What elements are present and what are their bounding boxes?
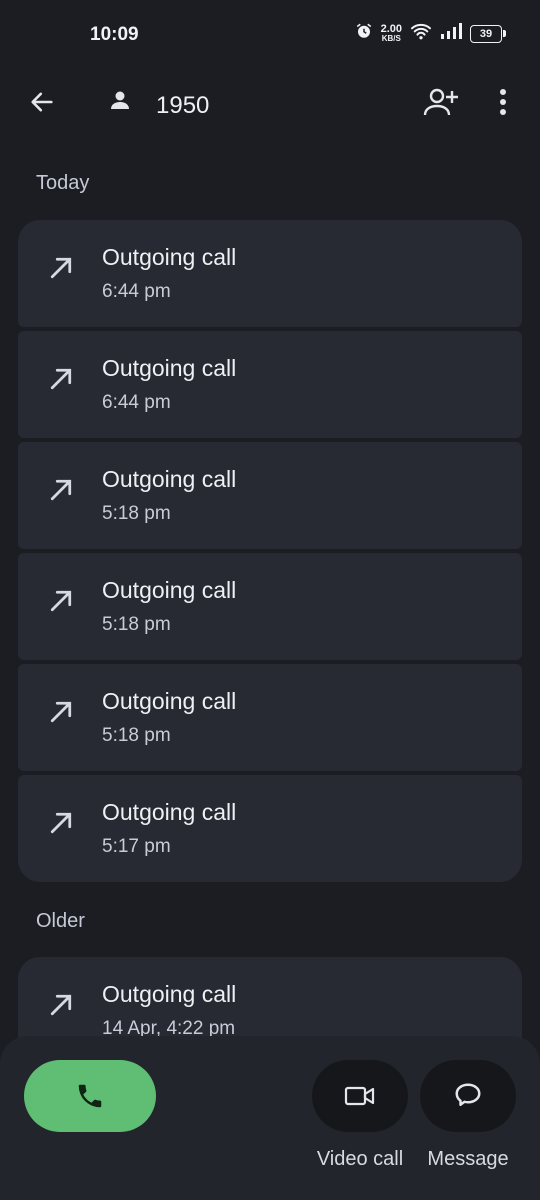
call-log-item[interactable]: Outgoing call 6:44 pm (18, 220, 522, 327)
arrow-up-right-icon (50, 994, 72, 1016)
more-vert-icon (500, 89, 506, 115)
arrow-up-right-icon (50, 257, 72, 279)
video-camera-icon (344, 1086, 375, 1106)
arrow-up-right-icon (50, 368, 72, 390)
call-type: Outgoing call (102, 981, 237, 1007)
person-add-icon (423, 88, 458, 116)
action-panel: Video call Message (0, 1036, 540, 1200)
arrow-up-right-icon (50, 479, 72, 501)
call-type: Outgoing call (102, 799, 237, 825)
chat-bubble-icon (455, 1083, 481, 1106)
contact-name: 1950 (156, 92, 210, 119)
call-log-item[interactable]: Outgoing call 5:17 pm (18, 775, 522, 882)
call-time: 5:18 pm (102, 725, 171, 746)
call-type: Outgoing call (102, 355, 237, 381)
section-today-label: Today (36, 172, 90, 194)
status-bar: 10:09 2.00 KB/S 39 (0, 0, 540, 70)
call-log-item[interactable]: Outgoing call 5:18 pm (18, 553, 522, 660)
call-type: Outgoing call (102, 688, 237, 714)
call-time: 6:44 pm (102, 281, 171, 302)
call-log-item[interactable]: Outgoing call 5:18 pm (18, 442, 522, 549)
phone-icon (78, 1084, 102, 1108)
wifi-icon (410, 22, 432, 45)
call-time: 6:44 pm (102, 392, 171, 413)
app-bar: 1950 (0, 70, 540, 136)
back-button[interactable] (24, 84, 60, 120)
arrow-up-right-icon (50, 812, 72, 834)
call-time: 5:17 pm (102, 836, 171, 857)
message-button[interactable] (420, 1060, 516, 1132)
signal-icon (440, 23, 462, 44)
video-call-label: Video call (316, 1148, 404, 1170)
call-log-item[interactable]: Outgoing call 5:18 pm (18, 664, 522, 771)
call-time: 5:18 pm (102, 614, 171, 635)
net-speed-value: 2.00 (380, 22, 402, 35)
more-options-button[interactable] (488, 84, 518, 120)
video-call-button[interactable] (312, 1060, 408, 1132)
arrow-up-right-icon (50, 701, 72, 723)
battery-indicator: 39 (470, 24, 506, 43)
call-button[interactable] (24, 1060, 156, 1132)
status-time: 10:09 (90, 24, 139, 45)
add-contact-button[interactable] (420, 84, 462, 120)
status-icons: 2.00 KB/S 39 (355, 22, 506, 45)
arrow-left-icon (31, 92, 53, 112)
net-speed: 2.00 KB/S (380, 22, 402, 43)
call-type: Outgoing call (102, 577, 237, 603)
net-speed-unit: KB/S (381, 33, 401, 43)
call-type: Outgoing call (102, 244, 237, 270)
section-older-label: Older (36, 910, 85, 932)
alarm-icon (355, 22, 373, 45)
message-label: Message (427, 1148, 509, 1170)
arrow-up-right-icon (50, 590, 72, 612)
person-icon (104, 84, 136, 116)
call-log-item[interactable]: Outgoing call 6:44 pm (18, 331, 522, 438)
call-time: 5:18 pm (102, 503, 171, 524)
call-type: Outgoing call (102, 466, 237, 492)
calls-today-list: Outgoing call 6:44 pm Outgoing call 6:44… (18, 220, 522, 886)
